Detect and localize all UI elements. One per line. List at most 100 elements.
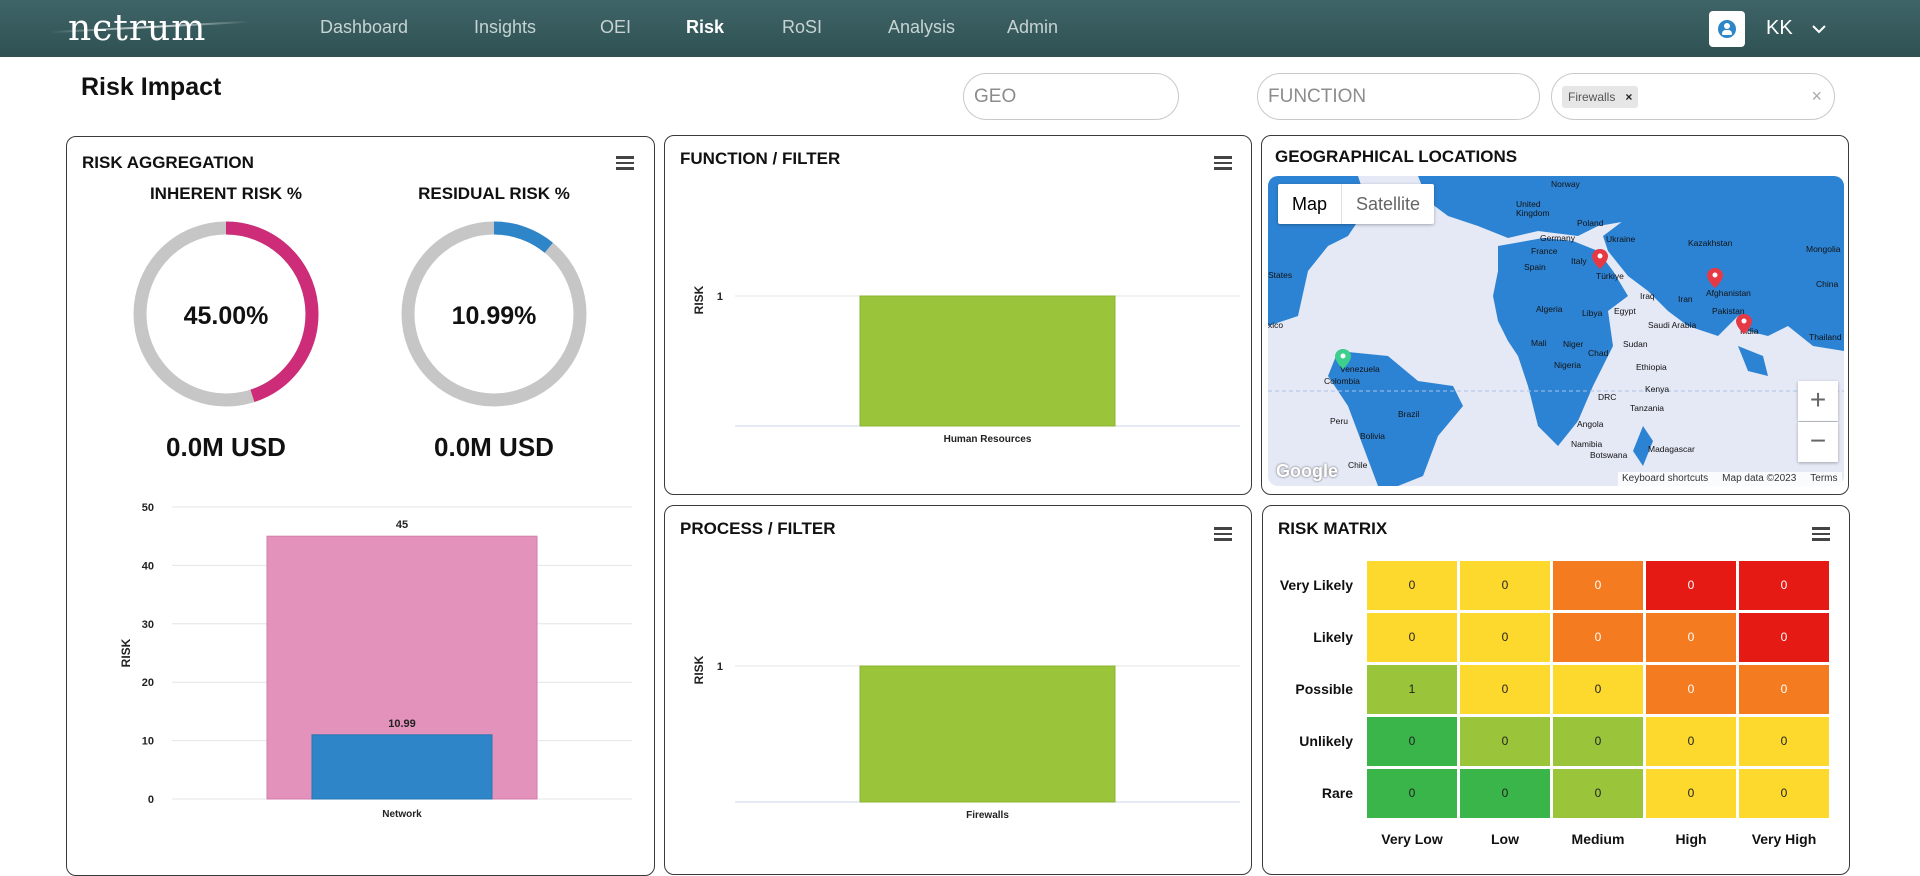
- world-map[interactable]: Map Satellite Norway United Kingdom Pola…: [1268, 176, 1844, 486]
- selected-filter-chip[interactable]: Firewalls ×: [1562, 86, 1639, 108]
- map-type-toggle[interactable]: Map Satellite: [1278, 184, 1435, 224]
- matrix-cell[interactable]: 0: [1460, 561, 1550, 610]
- map-label: Chad: [1588, 348, 1609, 358]
- matrix-cell[interactable]: 1: [1367, 665, 1457, 714]
- risk-aggregation-card: RISK AGGREGATION INHERENT RISK % RESIDUA…: [66, 136, 655, 876]
- matrix-cell[interactable]: 0: [1646, 717, 1736, 766]
- nav-risk[interactable]: Risk: [686, 17, 724, 38]
- map-label: Peru: [1330, 416, 1348, 426]
- matrix-col-label: Medium: [1571, 831, 1625, 847]
- residual-risk-donut: 10.99%: [401, 221, 587, 407]
- map-label: Brazil: [1398, 409, 1420, 419]
- keyboard-shortcuts-link[interactable]: Keyboard shortcuts: [1622, 472, 1708, 486]
- inherent-usd-value: 0.0M USD: [166, 432, 286, 462]
- map-label: Nigeria: [1554, 360, 1581, 370]
- matrix-cell[interactable]: 0: [1367, 613, 1457, 662]
- matrix-cell[interactable]: 0: [1367, 717, 1457, 766]
- map-label: Egypt: [1614, 306, 1636, 316]
- data-label: 10.99: [388, 718, 416, 730]
- map-label: Algeria: [1536, 304, 1563, 314]
- matrix-cell[interactable]: 0: [1646, 665, 1736, 714]
- matrix-cell[interactable]: 0: [1739, 769, 1829, 818]
- map-label: Ethiopia: [1636, 362, 1667, 372]
- map-label: Mali: [1531, 338, 1547, 348]
- user-icon: [1718, 20, 1736, 38]
- y-tick-label: 30: [142, 619, 154, 631]
- matrix-cell[interactable]: 0: [1553, 561, 1643, 610]
- geo-filter-input[interactable]: GEO: [963, 73, 1179, 120]
- map-label: Colombia: [1324, 376, 1360, 386]
- y-tick-label: 0: [148, 794, 154, 806]
- card-title: RISK MATRIX: [1278, 519, 1388, 538]
- matrix-cell[interactable]: 0: [1553, 769, 1643, 818]
- map-button[interactable]: Map: [1278, 184, 1341, 224]
- geo-filter-placeholder: GEO: [974, 86, 1017, 107]
- matrix-cell[interactable]: 0: [1646, 613, 1736, 662]
- matrix-cell[interactable]: 0: [1739, 613, 1829, 662]
- chip-label: Firewalls: [1568, 90, 1616, 104]
- nav-insights[interactable]: Insights: [474, 17, 536, 38]
- matrix-cell[interactable]: 0: [1553, 613, 1643, 662]
- matrix-cell[interactable]: 0: [1460, 613, 1550, 662]
- map-label: India: [1740, 326, 1759, 336]
- inherent-risk-donut: 45.00%: [133, 221, 319, 407]
- map-label: Chile: [1348, 460, 1368, 470]
- matrix-col-label: High: [1675, 831, 1707, 847]
- nav-rosi[interactable]: RoSI: [782, 17, 822, 38]
- chip-remove-icon[interactable]: ×: [1625, 90, 1632, 104]
- zoom-out-button[interactable]: −: [1798, 422, 1838, 462]
- card-title: PROCESS / FILTER: [680, 519, 836, 538]
- netrum-logo[interactable]: nєtrum: [68, 8, 206, 49]
- zoom-in-button[interactable]: +: [1798, 381, 1838, 421]
- user-avatar-button[interactable]: [1709, 11, 1745, 47]
- matrix-col-label: Very Low: [1381, 831, 1443, 847]
- clear-filter-icon[interactable]: ×: [1811, 86, 1822, 107]
- hamburger-menu-icon[interactable]: [1214, 156, 1232, 170]
- matrix-cell[interactable]: 0: [1460, 769, 1550, 818]
- terms-link[interactable]: Terms: [1810, 472, 1837, 486]
- matrix-cell[interactable]: 0: [1739, 561, 1829, 610]
- nav-dashboard[interactable]: Dashboard: [320, 17, 408, 38]
- nav-admin[interactable]: Admin: [1007, 17, 1058, 38]
- map-label: Thailand: [1809, 332, 1842, 342]
- map-label: Ukraine: [1606, 234, 1636, 244]
- hamburger-menu-icon[interactable]: [1214, 527, 1232, 541]
- card-title: FUNCTION / FILTER: [680, 149, 841, 168]
- map-label: Bolivia: [1360, 431, 1386, 441]
- matrix-cell[interactable]: 0: [1460, 665, 1550, 714]
- y-tick-label: 10: [142, 736, 154, 748]
- user-initials[interactable]: KK: [1766, 17, 1793, 40]
- nav-analysis[interactable]: Analysis: [888, 17, 955, 38]
- matrix-cell[interactable]: 0: [1553, 717, 1643, 766]
- map-label: Afghanistan: [1706, 288, 1751, 298]
- top-navigation-bar: nєtrum Dashboard Insights OEI Risk RoSI …: [0, 0, 1920, 57]
- matrix-cell[interactable]: 0: [1460, 717, 1550, 766]
- card-title: GEOGRAPHICAL LOCATIONS: [1275, 147, 1518, 166]
- matrix-cell[interactable]: 0: [1367, 561, 1457, 610]
- matrix-cell[interactable]: 0: [1739, 717, 1829, 766]
- hamburger-menu-icon[interactable]: [616, 156, 634, 170]
- map-label: Norway: [1551, 179, 1580, 189]
- google-logo: Google: [1276, 461, 1338, 481]
- process-filter-input[interactable]: Firewalls × ×: [1551, 73, 1835, 120]
- hamburger-menu-icon[interactable]: [1812, 527, 1830, 541]
- matrix-cell[interactable]: 0: [1739, 665, 1829, 714]
- chevron-down-icon[interactable]: [1811, 23, 1827, 35]
- map-label: DRC: [1598, 392, 1617, 402]
- matrix-row-label: Likely: [1313, 629, 1353, 645]
- matrix-cell[interactable]: 0: [1646, 769, 1736, 818]
- map-label: Iran: [1678, 294, 1693, 304]
- matrix-cell[interactable]: 0: [1367, 769, 1457, 818]
- satellite-button[interactable]: Satellite: [1341, 184, 1434, 224]
- function-bar-chart: 1 RISK Human Resources: [692, 286, 1240, 445]
- map-label: United Kingdom: [1516, 199, 1550, 218]
- map-label: Mongolia: [1806, 244, 1841, 254]
- matrix-row-label: Rare: [1321, 785, 1353, 801]
- nav-oei[interactable]: OEI: [600, 17, 631, 38]
- function-filter-input[interactable]: FUNCTION: [1257, 73, 1540, 120]
- map-label: Germany: [1540, 233, 1575, 243]
- matrix-cell[interactable]: 0: [1553, 665, 1643, 714]
- map-label: Tanzania: [1630, 403, 1665, 413]
- y-axis-label: RISK: [692, 656, 706, 684]
- matrix-cell[interactable]: 0: [1646, 561, 1736, 610]
